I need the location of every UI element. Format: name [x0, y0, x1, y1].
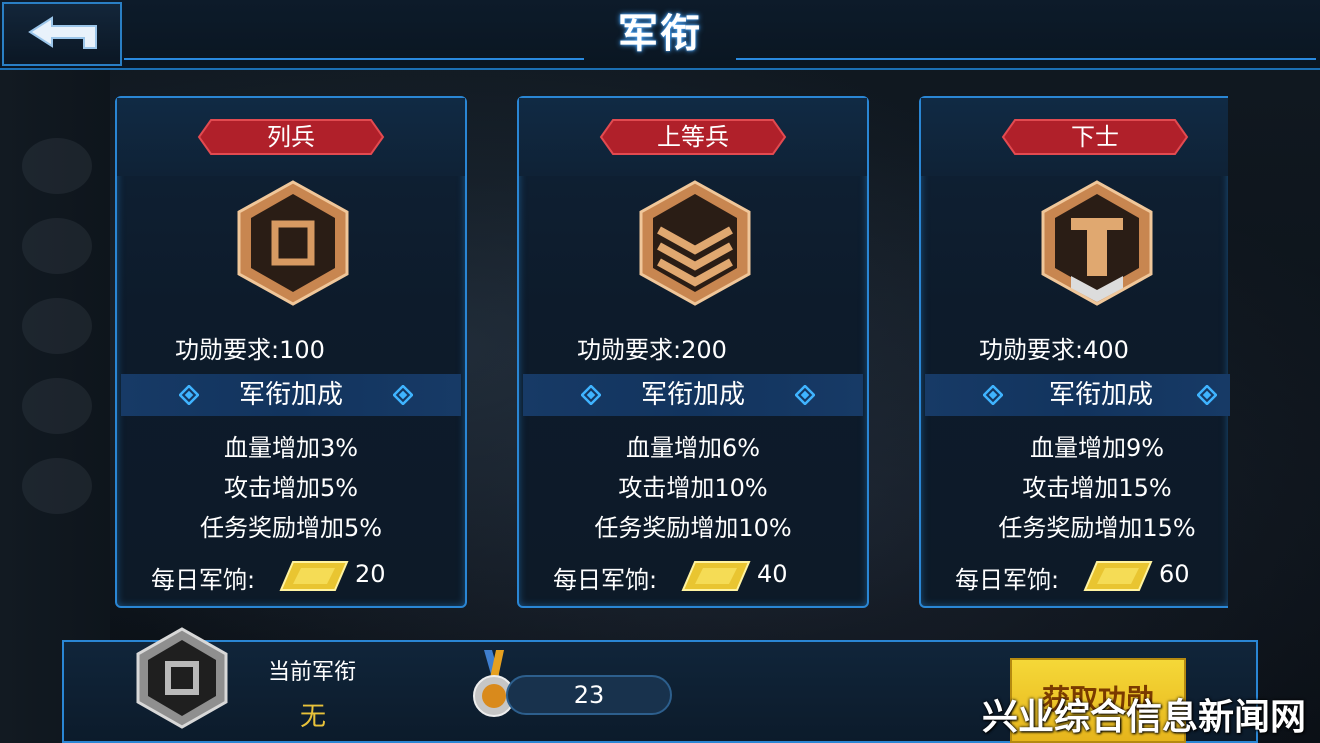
corporal-emblem-icon [1041, 180, 1153, 306]
stat-mission-reward: 任务奖励增加15% [998, 514, 1196, 542]
salary-label: 每日军饷: [553, 566, 658, 594]
rank-banner: 下士 [1001, 118, 1189, 156]
stat-hp: 血量增加3% [223, 434, 359, 462]
stat-hp: 血量增加6% [625, 434, 761, 462]
stat-mission-reward: 任务奖励增加5% [199, 514, 383, 542]
merit-requirement: 功勋要求:400 [979, 336, 1129, 364]
rank-card: 列兵 功勋要求:100 军衔加成 血量增加3% 攻击增加5% 任务奖励增加5% … [115, 96, 467, 608]
diamond-icon [393, 385, 413, 405]
stat-attack: 攻击增加15% [1022, 474, 1172, 502]
bonus-header: 军衔加成 [925, 374, 1230, 416]
diamond-icon [795, 385, 815, 405]
rank-banner: 上等兵 [599, 118, 787, 156]
page-title: 军衔 [618, 11, 702, 57]
private-first-class-emblem-icon [639, 180, 751, 306]
gold-bar-icon [279, 561, 349, 591]
ghost-icon [22, 458, 92, 514]
current-rank-value: 无 [300, 702, 327, 732]
salary-value: 20 [355, 560, 386, 588]
top-bar: 军衔 [0, 0, 1320, 70]
current-rank-label: 当前军衔 [268, 660, 357, 685]
salary-value: 40 [757, 560, 788, 588]
rank-banner: 列兵 [197, 118, 385, 156]
gold-bar-icon [1083, 561, 1153, 591]
ghost-icon [22, 138, 92, 194]
ghost-icon [22, 378, 92, 434]
rank-card: 下士 功勋要求:400 军衔加成 血量增加9% 攻击增加15% 任务奖励增加15… [919, 96, 1230, 608]
stat-attack: 攻击增加10% [618, 474, 768, 502]
watermark: 兴业综合信息新闻网 [982, 697, 1307, 738]
merit-requirement: 功勋要求:100 [175, 336, 325, 364]
ghost-icon [22, 298, 92, 354]
rank-name: 上等兵 [657, 123, 729, 151]
ghost-icon [22, 218, 92, 274]
stat-mission-reward: 任务奖励增加10% [594, 514, 792, 542]
bonus-header: 军衔加成 [523, 374, 863, 416]
rank-card: 上等兵 功勋要求:200 军衔加成 血量增加6% 攻击增加10% 任务奖励增加1… [517, 96, 869, 608]
stat-attack: 攻击增加5% [223, 474, 359, 502]
merit-count: 23 [506, 675, 672, 715]
salary-value: 60 [1159, 560, 1190, 588]
bonus-header: 军衔加成 [121, 374, 461, 416]
gold-bar-icon [681, 561, 751, 591]
salary-label: 每日军饷: [151, 566, 256, 594]
merit-requirement: 功勋要求:200 [577, 336, 727, 364]
diamond-icon [1197, 385, 1217, 405]
stat-hp: 血量增加9% [1029, 434, 1165, 462]
private-emblem-icon [237, 180, 349, 306]
rank-name: 列兵 [267, 123, 315, 151]
bonus-title: 军衔加成 [1048, 380, 1153, 410]
salary-label: 每日军饷: [955, 566, 1060, 594]
current-rank-emblem-icon [136, 627, 228, 729]
rank-name: 下士 [1071, 123, 1119, 151]
